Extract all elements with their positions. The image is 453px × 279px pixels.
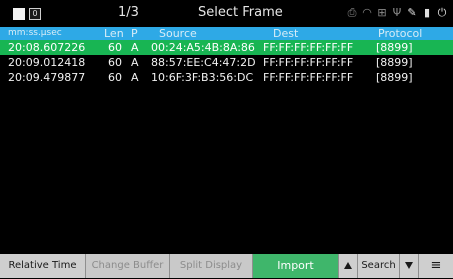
row-source: 10:6F:3F:B3:56:DC [151,71,254,84]
search-up-button[interactable] [339,254,358,278]
search-down-button[interactable] [400,254,419,278]
title-bar: 0 1/3 Select Frame ⎙ ◠ ⊞ Ψ ✎ ▮ ⏻ [0,0,453,27]
row-p: A [131,41,139,54]
arrow-up-icon [344,261,352,269]
row-len: 60 [108,56,122,69]
row-protocol: [8899] [376,56,413,69]
window-title: Select Frame [198,5,283,20]
split-display-button[interactable]: Split Display [170,254,253,278]
power-plug-icon: ⏻ [437,6,447,19]
battery-icon: ▮ [423,6,431,19]
frame-row-selected[interactable]: 20:08.607226 60 A 00:24:A5:4B:8A:86 FF:F… [0,40,453,55]
row-dest: FF:FF:FF:FF:FF:FF [263,71,354,84]
row-source: 88:57:EE:C4:47:2D [151,56,256,69]
status-icons: ⎙ ◠ ⊞ Ψ ✎ ▮ ⏻ [347,5,447,21]
relative-time-button[interactable]: Relative Time [0,254,86,278]
change-buffer-button[interactable]: Change Buffer [86,254,170,278]
menu-icon: ≡ [430,258,442,273]
brush-icon: ✎ [407,6,417,19]
row-p: A [131,56,139,69]
usb-icon: Ψ [392,6,402,19]
wifi-icon: ◠ [362,6,372,19]
import-button[interactable]: Import [253,254,339,278]
row-time: 20:09.479877 [8,71,86,84]
frame-list: 20:08.607226 60 A 00:24:A5:4B:8A:86 FF:F… [0,40,453,85]
capture-indicator[interactable]: 0 [29,8,41,20]
header-source: Source [159,27,197,40]
row-protocol: [8899] [376,71,413,84]
row-len: 60 [108,41,122,54]
frame-row[interactable]: 20:09.012418 60 A 88:57:EE:C4:47:2D FF:F… [0,55,453,70]
row-p: A [131,71,139,84]
frame-row[interactable]: 20:09.479877 60 A 10:6F:3F:B3:56:DC FF:F… [0,70,453,85]
row-protocol: [8899] [376,41,413,54]
menu-button[interactable]: ≡ [419,254,453,278]
row-time: 20:09.012418 [8,56,86,69]
header-dest: Dest [273,27,299,40]
header-time: mm:ss.µsec [8,28,62,38]
row-source: 00:24:A5:4B:8A:86 [151,41,255,54]
row-time: 20:08.607226 [8,41,86,54]
print-icon: ⎙ [347,6,357,19]
bottom-toolbar: Relative Time Change Buffer Split Displa… [0,254,453,278]
arrow-down-icon [405,261,413,269]
column-header: mm:ss.µsec Len P Source Dest Protocol [0,27,453,40]
search-button[interactable]: Search [358,254,400,278]
header-p: P [131,27,138,40]
row-len: 60 [108,71,122,84]
header-len: Len [104,27,124,40]
header-protocol: Protocol [378,27,423,40]
network-icon: ⊞ [377,6,387,19]
stop-square-icon[interactable] [13,8,25,20]
row-dest: FF:FF:FF:FF:FF:FF [263,56,354,69]
row-dest: FF:FF:FF:FF:FF:FF [263,41,354,54]
page-indicator: 1/3 [118,5,139,20]
